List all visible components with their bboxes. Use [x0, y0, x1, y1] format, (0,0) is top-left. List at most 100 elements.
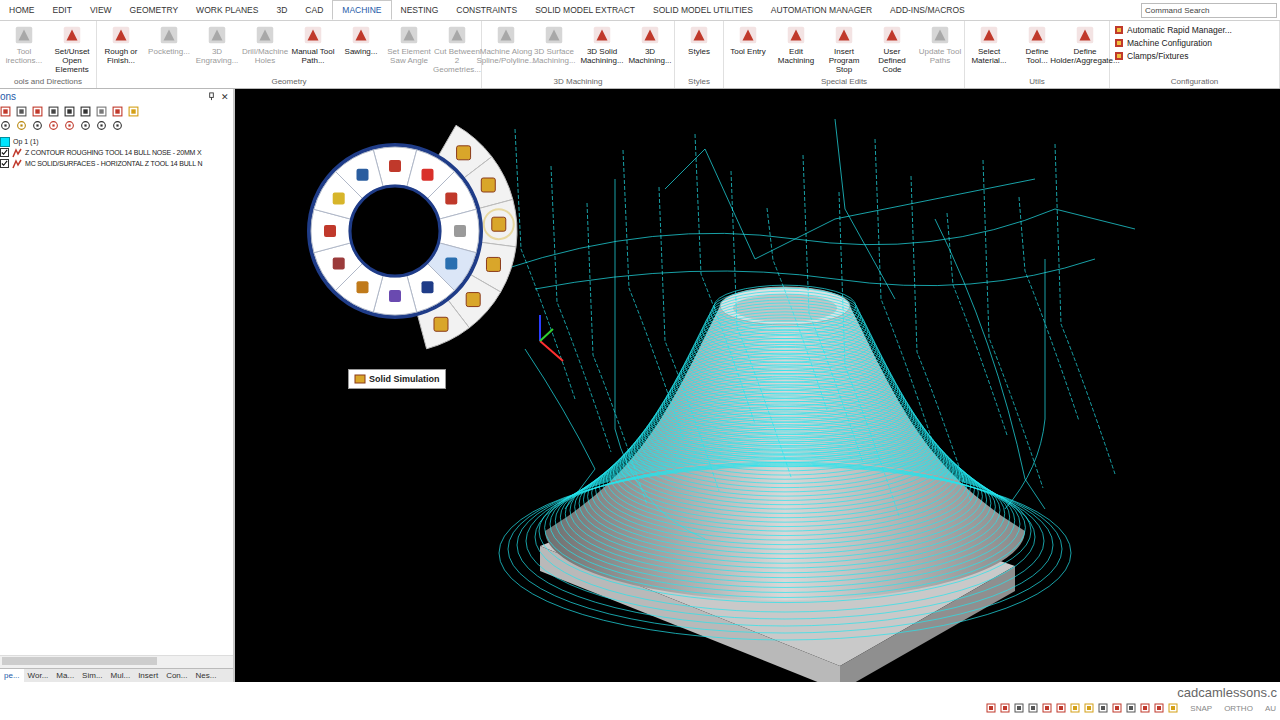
panel-tab[interactable]: Nes... — [191, 669, 220, 682]
toolbar-icon[interactable] — [64, 106, 75, 117]
status-toggle[interactable]: SNAP — [1190, 704, 1212, 713]
ribbon-button[interactable]: 3D Engraving... — [193, 21, 241, 77]
toolbar-icon[interactable] — [112, 106, 123, 117]
ribbon-tab[interactable]: ADD-INS/MACROS — [881, 1, 974, 19]
toolbar-icon[interactable] — [16, 106, 27, 117]
ribbon-button[interactable]: Define Holder/Aggregate... — [1061, 21, 1109, 77]
status-icon[interactable] — [1014, 703, 1024, 713]
panel-tab[interactable]: Insert — [134, 669, 162, 682]
tree-group[interactable]: Op 1 (1) — [0, 136, 233, 147]
panel-tab[interactable]: Con... — [162, 669, 191, 682]
status-icon[interactable] — [1084, 703, 1094, 713]
ribbon-tab[interactable]: CAD — [296, 1, 332, 19]
cad-window: HOMEEDITVIEWGEOMETRYWORK PLANES3DCADMACH… — [0, 0, 1280, 720]
ribbon-tab[interactable]: GEOMETRY — [121, 1, 188, 19]
ribbon-button[interactable]: Styles — [675, 21, 723, 77]
tree-operation[interactable]: MC SOLID/SURFACES - HORIZONTAL Z TOOL 14… — [0, 158, 233, 169]
ribbon-button[interactable]: Pocketing... — [145, 21, 193, 77]
status-toggle[interactable]: ORTHO — [1224, 704, 1253, 713]
status-icon[interactable] — [986, 703, 996, 713]
radial-outer-item[interactable] — [478, 199, 517, 247]
status-icon[interactable] — [1056, 703, 1066, 713]
toolbar-icon[interactable] — [96, 106, 107, 117]
toolbar-icon[interactable] — [32, 120, 43, 131]
ribbon-button[interactable]: Manual Tool Path... — [289, 21, 337, 77]
horizontal-scrollbar[interactable] — [0, 655, 233, 668]
ribbon-button[interactable]: Set/Unset Open Elements — [48, 21, 96, 77]
ribbon-tab[interactable]: AUTOMATION MANAGER — [762, 1, 881, 19]
ribbon-button[interactable]: Select Material... — [965, 21, 1013, 77]
ribbon-group: Select Material...Define Tool...Define H… — [965, 21, 1110, 88]
config-item[interactable]: Clamps/Fixtures — [1114, 51, 1275, 61]
ribbon-tab[interactable]: HOME — [0, 1, 44, 19]
toolbar-icon[interactable] — [80, 106, 91, 117]
viewport[interactable]: Solid Simulation — [235, 89, 1280, 682]
checkbox[interactable] — [0, 159, 9, 168]
ribbon-button[interactable]: Drill/Machine Holes — [241, 21, 289, 77]
ribbon-button[interactable]: Insert Program Stop — [820, 21, 868, 77]
ribbon-button[interactable]: Update Tool Paths — [916, 21, 964, 77]
ribbon-tab[interactable]: NESTING — [392, 1, 448, 19]
status-icon[interactable] — [1028, 703, 1038, 713]
ribbon-tab[interactable]: SOLID MODEL UTILITIES — [644, 1, 762, 19]
status-icon[interactable] — [1042, 703, 1052, 713]
toolbar-icon[interactable] — [48, 120, 59, 131]
status-toggle[interactable]: AU — [1265, 704, 1276, 713]
toolbar-icon[interactable] — [48, 106, 59, 117]
status-icon[interactable] — [1112, 703, 1122, 713]
ribbon-group: Machine Along Spline/Polyline...3D Surfa… — [482, 21, 675, 88]
close-button[interactable]: ✕ — [221, 92, 229, 102]
toolbar-icon[interactable] — [0, 106, 11, 117]
ribbon-button[interactable]: User Defined Code — [868, 21, 916, 77]
toolbar-icon[interactable] — [32, 106, 43, 117]
status-icon[interactable] — [1154, 703, 1164, 713]
tree-operation[interactable]: Z CONTOUR ROUGHING TOOL 14 BULL NOSE - 2… — [0, 147, 233, 158]
ribbon-button[interactable]: Tool irections... — [0, 21, 48, 77]
status-icon[interactable] — [1070, 703, 1080, 713]
config-item[interactable]: Automatic Rapid Manager... — [1114, 25, 1275, 35]
ribbon-button[interactable]: 3D Solid Machining... — [578, 21, 626, 77]
radial-menu[interactable] — [309, 125, 517, 348]
status-icon[interactable] — [1140, 703, 1150, 713]
toolbar-icon[interactable] — [96, 120, 107, 131]
ribbon-button[interactable]: Define Tool... — [1013, 21, 1061, 77]
panel-tab[interactable]: Sim... — [78, 669, 106, 682]
ribbon-tab[interactable]: WORK PLANES — [187, 1, 267, 19]
panel-tab[interactable]: pe... — [0, 669, 24, 682]
pin-icon[interactable] — [207, 92, 216, 101]
toolbar-icon[interactable] — [64, 120, 75, 131]
ribbon-button[interactable]: Tool Entry — [724, 21, 772, 77]
toolbar-icon[interactable] — [80, 120, 91, 131]
ribbon-tab[interactable]: MACHINE — [332, 0, 391, 20]
status-icon[interactable] — [1098, 703, 1108, 713]
checkbox[interactable] — [0, 148, 9, 157]
ribbon-button[interactable]: Set Element Saw Angle — [385, 21, 433, 77]
config-item[interactable]: Machine Configuration — [1114, 38, 1275, 48]
ribbon-button[interactable]: 3D Surface Machining... — [530, 21, 578, 77]
panel-tab[interactable]: Ma... — [52, 669, 78, 682]
ribbon-button[interactable]: 3D Machining... — [626, 21, 674, 77]
panel-tab[interactable]: Mul... — [107, 669, 135, 682]
ribbon-tab[interactable]: EDIT — [44, 1, 81, 19]
toolbar-icon[interactable] — [128, 106, 139, 117]
ribbon-tab[interactable]: 3D — [267, 1, 296, 19]
panel-tab[interactable]: Wor... — [24, 669, 53, 682]
ribbon-button[interactable]: Edit Machining — [772, 21, 820, 77]
ribbon-tab[interactable]: SOLID MODEL EXTRACT — [526, 1, 644, 19]
panel-toolbar — [0, 118, 233, 132]
status-bar: SNAP ORTHO AU — [986, 701, 1280, 713]
status-icon[interactable] — [1000, 703, 1010, 713]
toolbar-icon[interactable] — [16, 120, 27, 131]
toolbar-icon[interactable] — [0, 120, 11, 131]
ribbon-button[interactable]: Rough or Finish... — [97, 21, 145, 77]
command-search[interactable]: Command Search — [1141, 3, 1277, 18]
ribbon-button[interactable]: Cut Between 2 Geometries... — [433, 21, 481, 77]
ribbon-button[interactable]: Sawing... — [337, 21, 385, 77]
ribbon-tab[interactable]: CONSTRAINTS — [447, 1, 526, 19]
ribbon-tab[interactable]: VIEW — [81, 1, 121, 19]
status-icon[interactable] — [1126, 703, 1136, 713]
ribbon-button[interactable]: Machine Along Spline/Polyline... — [482, 21, 530, 77]
status-icon[interactable] — [1168, 703, 1178, 713]
toolbar-icon[interactable] — [112, 120, 123, 131]
tool-icon — [929, 24, 951, 46]
